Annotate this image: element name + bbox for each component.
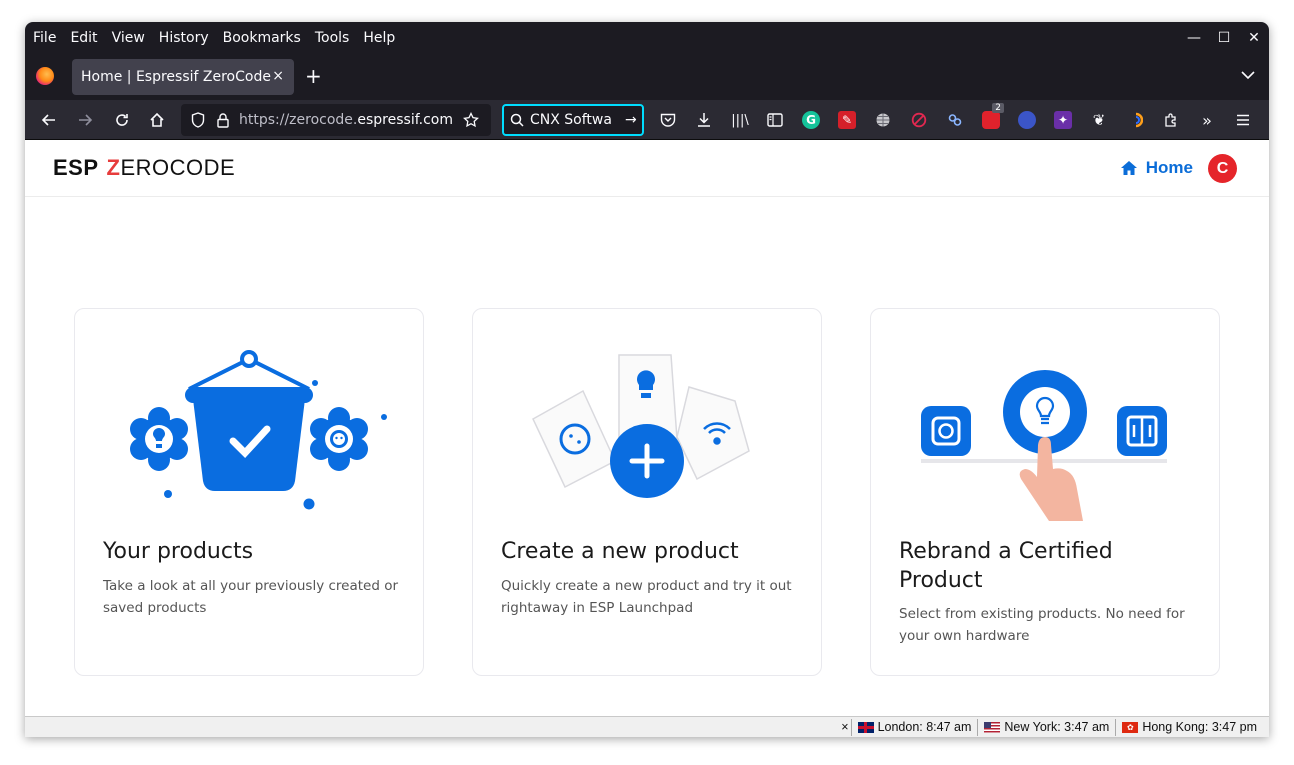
menu-tools[interactable]: Tools	[308, 22, 357, 54]
clock-hong-kong: ✿ Hong Kong: 3:47 pm	[1115, 718, 1263, 736]
card-description: Quickly create a new product and try it …	[501, 578, 792, 616]
house-icon	[1120, 160, 1138, 176]
status-bar: × London: 8:47 am New York: 3:47 am ✿ Ho…	[25, 716, 1269, 737]
extensions-puzzle-icon[interactable]	[1162, 111, 1180, 129]
home-icon[interactable]	[145, 108, 169, 132]
tab-bar: Home | Espressif ZeroCode × +	[25, 54, 1269, 100]
sidebar-icon[interactable]	[766, 111, 784, 129]
menu-view[interactable]: View	[105, 22, 152, 54]
extension-puzzle-purple-icon[interactable]: ✦	[1054, 111, 1072, 129]
menubar: File Edit View History Bookmarks Tools H…	[25, 22, 1269, 54]
search-go-arrow-icon[interactable]: →	[625, 112, 637, 128]
card-title: Create a new product	[501, 539, 739, 564]
reload-icon[interactable]	[110, 108, 134, 132]
link-icon[interactable]	[946, 111, 964, 129]
forward-arrow-icon[interactable]	[73, 108, 97, 132]
overflow-chevrons-icon[interactable]: »	[1198, 111, 1216, 130]
extension-bird-icon[interactable]: ❦	[1090, 111, 1108, 129]
status-close-icon[interactable]: ×	[841, 720, 848, 734]
globe-icon[interactable]	[874, 111, 892, 129]
list-tabs-chevron-down-icon[interactable]	[1241, 68, 1255, 84]
us-flag-icon	[984, 721, 1001, 733]
vpn-globe-icon[interactable]	[1018, 111, 1036, 129]
basket-illustration-icon	[130, 350, 387, 510]
extension-badge: 2	[992, 103, 1004, 113]
card-description: Take a look at all your previously creat…	[103, 578, 399, 616]
back-arrow-icon[interactable]	[37, 108, 61, 132]
downloads-icon[interactable]	[695, 111, 713, 129]
uk-flag-icon	[857, 721, 874, 733]
url-text[interactable]: https://zerocode.espressif.com	[239, 112, 455, 128]
user-avatar[interactable]: C	[1208, 154, 1237, 183]
tab-close-icon[interactable]: ×	[272, 68, 284, 84]
tab-active[interactable]: Home | Espressif ZeroCode ×	[72, 59, 294, 95]
grammarly-icon[interactable]: G	[802, 111, 820, 129]
nav-toolbar: https://zerocode.espressif.com CNX Softw…	[25, 100, 1269, 140]
zerocode-logo[interactable]: ESP Z EROCODE	[53, 155, 235, 181]
rebrand-illustration-icon	[921, 370, 1167, 521]
card-rebrand-certified-product[interactable]: Rebrand a Certified Product Select from …	[870, 308, 1220, 676]
maximize-icon[interactable]: ☐	[1209, 22, 1239, 54]
minimize-icon[interactable]: —	[1179, 22, 1209, 54]
close-window-icon[interactable]: ✕	[1239, 22, 1269, 54]
menu-file[interactable]: File	[26, 22, 63, 54]
card-title: Your products	[103, 539, 254, 564]
url-bar[interactable]: https://zerocode.espressif.com	[181, 104, 491, 136]
clock-london: London: 8:47 am	[850, 718, 978, 736]
block-icon[interactable]	[910, 111, 928, 129]
page-content: ESP Z EROCODE Home C Your products Take …	[25, 140, 1269, 716]
ublock-icon[interactable]: 2	[982, 103, 1004, 129]
tab-title: Home | Espressif ZeroCode	[81, 69, 271, 85]
card-your-products[interactable]: Your products Take a look at all your pr…	[74, 308, 424, 676]
hamburger-menu-icon[interactable]	[1234, 111, 1252, 129]
menu-bookmarks[interactable]: Bookmarks	[216, 22, 308, 54]
home-nav-link[interactable]: Home	[1120, 158, 1193, 178]
extension-orange-icon[interactable]	[1126, 111, 1144, 129]
pocket-icon[interactable]	[659, 111, 677, 129]
lock-icon[interactable]	[217, 112, 235, 128]
menu-help[interactable]: Help	[356, 22, 402, 54]
site-header: ESP Z EROCODE Home C	[25, 140, 1269, 197]
shield-icon[interactable]	[191, 112, 209, 128]
search-icon	[510, 113, 524, 127]
search-input[interactable]: CNX Softwa	[530, 112, 622, 128]
menu-history[interactable]: History	[152, 22, 216, 54]
window-controls: — ☐ ✕	[1179, 22, 1269, 54]
create-product-illustration-icon	[532, 354, 750, 498]
firefox-logo-icon	[36, 67, 54, 85]
new-tab-button[interactable]: +	[305, 66, 322, 86]
menu-edit[interactable]: Edit	[63, 22, 104, 54]
card-create-new-product[interactable]: Create a new product Quickly create a ne…	[472, 308, 822, 676]
browser-window: File Edit View History Bookmarks Tools H…	[25, 22, 1269, 737]
card-description: Select from existing products. No need f…	[899, 606, 1185, 644]
hk-flag-icon: ✿	[1122, 721, 1139, 733]
bookmark-star-icon[interactable]	[463, 112, 479, 128]
clock-new-york: New York: 3:47 am	[977, 718, 1115, 736]
search-box[interactable]: CNX Softwa →	[502, 104, 644, 136]
card-title: Rebrand a Certified Product	[899, 539, 1113, 593]
extension-red-icon[interactable]: ✎	[838, 111, 856, 129]
library-icon[interactable]: |||\	[731, 111, 749, 129]
